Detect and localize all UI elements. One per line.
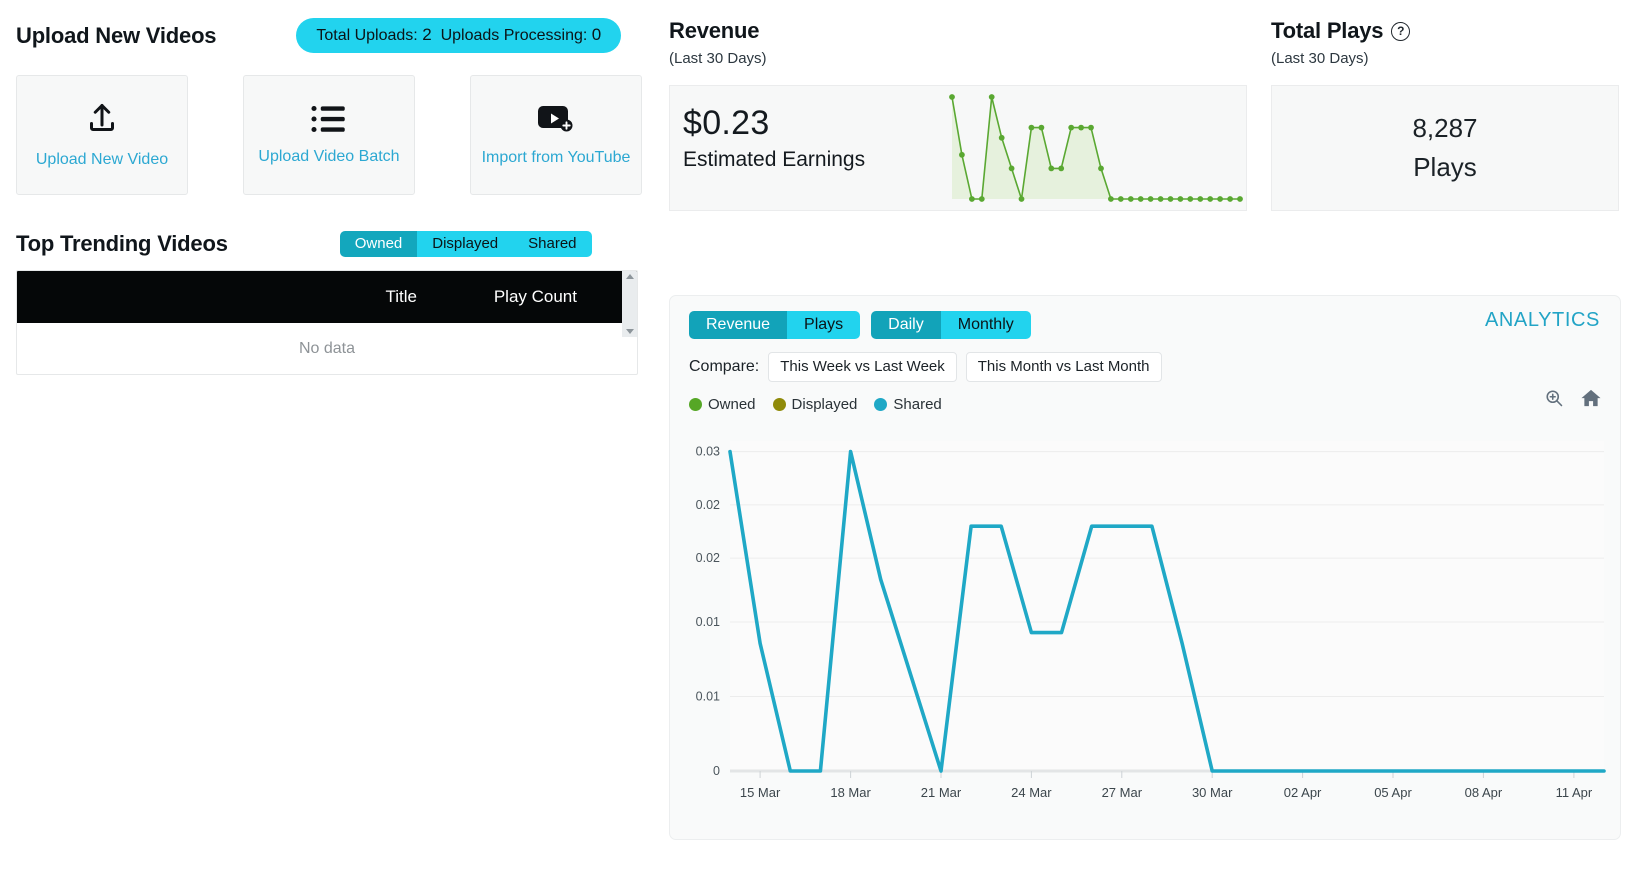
analytics-toggles-row: Revenue Plays Daily Monthly: [670, 296, 1620, 339]
total-plays-subtitle: (Last 30 Days): [1271, 50, 1369, 67]
legend-label-displayed: Displayed: [791, 396, 858, 413]
svg-text:0.01: 0.01: [696, 615, 720, 629]
period-toggle: Daily Monthly: [871, 311, 1031, 339]
upload-header-row: Upload New Videos Total Uploads: 2 Uploa…: [16, 18, 646, 54]
trending-table-empty: No data: [298, 339, 356, 357]
youtube-plus-icon: [536, 103, 576, 135]
trending-table: Title Play Count No data: [16, 270, 638, 376]
revenue-block: Revenue (Last 30 Days) $0.23 Estimated E…: [669, 18, 1249, 211]
column-header-title[interactable]: Title: [17, 287, 482, 307]
svg-text:24 Mar: 24 Mar: [1011, 785, 1052, 800]
trending-section-title: Top Trending Videos: [16, 231, 228, 257]
dashboard-page: Upload New Videos Total Uploads: 2 Uploa…: [0, 0, 1637, 892]
upload-new-video-card[interactable]: Upload New Video: [16, 75, 188, 196]
svg-text:08 Apr: 08 Apr: [1465, 785, 1503, 800]
upload-actions: Upload New Video Upload Video Batch Impo…: [16, 75, 646, 196]
question-mark-icon[interactable]: ?: [1391, 21, 1411, 41]
svg-text:05 Apr: 05 Apr: [1374, 785, 1412, 800]
trending-tabs: Owned Displayed Shared: [339, 231, 592, 258]
trending-table-header: Title Play Count: [17, 271, 637, 324]
scroll-up-icon[interactable]: [625, 274, 634, 280]
column-header-play-count[interactable]: Play Count: [482, 287, 622, 307]
svg-text:0.03: 0.03: [696, 445, 720, 459]
total-plays-card: 8,287 Plays: [1271, 85, 1619, 211]
upload-arrow-icon: [84, 101, 120, 137]
upload-new-video-label: Upload New Video: [35, 151, 169, 169]
legend-row: Owned Displayed Shared: [670, 382, 1620, 413]
scroll-down-icon[interactable]: [625, 329, 634, 335]
total-plays-block: Total Plays ? (Last 30 Days) 8,287 Plays: [1271, 18, 1621, 211]
left-column: Upload New Videos Total Uploads: 2 Uploa…: [16, 18, 646, 376]
revenue-card: $0.23 Estimated Earnings: [669, 85, 1247, 211]
total-plays-title-row: Total Plays ?: [1271, 18, 1621, 44]
compare-row: Compare: This Week vs Last Week This Mon…: [670, 339, 1620, 382]
revenue-amount: $0.23: [683, 104, 770, 142]
legend-item-owned[interactable]: Owned: [689, 396, 756, 413]
svg-text:0.01: 0.01: [696, 690, 720, 704]
legend-dot-shared: [874, 398, 888, 411]
toggle-plays[interactable]: Plays: [787, 311, 861, 339]
upload-section-title: Upload New Videos: [16, 22, 217, 48]
total-plays-title: Total Plays: [1271, 18, 1384, 43]
legend-item-displayed[interactable]: Displayed: [772, 396, 858, 413]
revenue-sparkline: [946, 86, 1246, 210]
revenue-amount-label: Estimated Earnings: [683, 148, 866, 171]
total-plays-value: 8,287: [1412, 113, 1478, 143]
upload-counts-pill: Total Uploads: 2 Uploads Processing: 0: [296, 18, 622, 54]
svg-text:0: 0: [713, 764, 720, 778]
trending-tab-displayed[interactable]: Displayed: [417, 231, 514, 258]
trending-header-row: Top Trending Videos Owned Displayed Shar…: [16, 231, 646, 258]
zoom-in-icon[interactable]: [1544, 388, 1564, 413]
chart-tools: [1544, 388, 1602, 413]
analytics-panel: ANALYTICS Revenue Plays Daily Monthly Co…: [669, 295, 1621, 840]
total-plays-unit: Plays: [1413, 152, 1477, 182]
trending-table-scrollbar[interactable]: [622, 271, 637, 338]
svg-text:30 Mar: 30 Mar: [1192, 785, 1233, 800]
analytics-chart[interactable]: 0.03 0.02 0.02 0.01 0.01 0 15 Mar 18 Mar 21 Mar 2…: [670, 429, 1620, 834]
uploads-processing-value: 0: [591, 25, 602, 44]
import-from-youtube-card[interactable]: Import from YouTube: [470, 75, 642, 196]
trending-tab-owned[interactable]: Owned: [339, 231, 418, 258]
legend-label-shared: Shared: [893, 396, 942, 413]
svg-text:0.02: 0.02: [696, 551, 720, 565]
upload-video-batch-card[interactable]: Upload Video Batch: [243, 75, 415, 196]
compare-label: Compare:: [689, 358, 760, 375]
toggle-revenue[interactable]: Revenue: [689, 311, 788, 339]
upload-video-batch-label: Upload Video Batch: [258, 148, 400, 166]
list-icon: [311, 104, 347, 134]
legend-dot-displayed: [772, 398, 786, 411]
legend-dot-owned: [689, 398, 702, 411]
analytics-panel-label: ANALYTICS: [1484, 309, 1600, 331]
trending-tab-shared[interactable]: Shared: [513, 231, 592, 258]
home-icon[interactable]: [1580, 388, 1602, 413]
metric-toggle: Revenue Plays: [689, 311, 861, 339]
svg-text:27 Mar: 27 Mar: [1102, 785, 1143, 800]
total-uploads-label: Total Uploads:: [316, 27, 418, 44]
compare-month-button[interactable]: This Month vs Last Month: [965, 352, 1162, 382]
svg-text:21 Mar: 21 Mar: [921, 785, 962, 800]
svg-text:18 Mar: 18 Mar: [830, 785, 871, 800]
revenue-title: Revenue: [669, 18, 760, 43]
revenue-subtitle: (Last 30 Days): [669, 50, 767, 67]
legend-item-shared[interactable]: Shared: [874, 396, 942, 413]
legend-label-owned: Owned: [708, 396, 756, 413]
svg-text:02 Apr: 02 Apr: [1284, 785, 1322, 800]
total-uploads-value: 2: [422, 25, 432, 44]
toggle-daily[interactable]: Daily: [871, 311, 941, 339]
svg-text:15 Mar: 15 Mar: [740, 785, 781, 800]
svg-text:0.02: 0.02: [696, 498, 720, 512]
import-from-youtube-label: Import from YouTube: [481, 149, 631, 167]
compare-week-button[interactable]: This Week vs Last Week: [768, 352, 957, 382]
svg-text:11 Apr: 11 Apr: [1556, 785, 1593, 800]
toggle-monthly[interactable]: Monthly: [940, 311, 1031, 339]
uploads-processing-label: Uploads Processing:: [440, 27, 588, 44]
